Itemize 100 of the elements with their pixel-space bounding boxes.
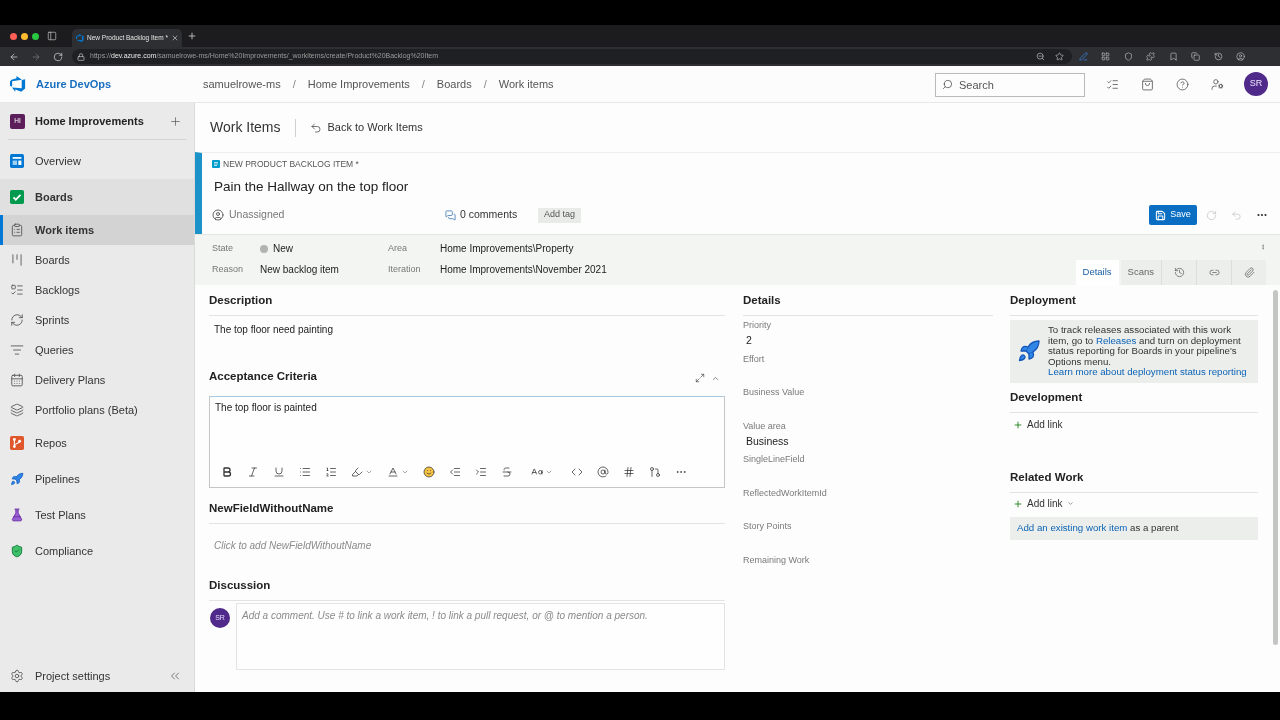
- user-avatar[interactable]: SR: [1244, 72, 1268, 96]
- field-value[interactable]: Business: [743, 432, 789, 449]
- sidebar-toggle-icon[interactable]: [47, 31, 57, 41]
- comment-field[interactable]: Add a comment. Use # to link a work item, ! to link a pull request, or @ to mention a person.: [236, 603, 725, 670]
- sidebar-item[interactable]: Backlogs: [0, 275, 194, 305]
- code-icon[interactable]: [571, 466, 583, 478]
- window-minimize-icon[interactable]: [21, 32, 28, 40]
- hash-icon[interactable]: [623, 466, 635, 478]
- puzzle-icon[interactable]: [1146, 52, 1156, 61]
- expand-icon[interactable]: [695, 373, 705, 383]
- user-settings-icon[interactable]: [1211, 77, 1224, 91]
- link[interactable]: Learn more about deployment status reporting: [1048, 366, 1247, 377]
- bold-icon[interactable]: [221, 466, 233, 478]
- link[interactable]: Releases: [1095, 334, 1137, 346]
- back-link[interactable]: Back to Work Items: [309, 119, 423, 136]
- rocket-icon: [1017, 339, 1041, 364]
- breadcrumb-link[interactable]: Home Improvements: [307, 75, 410, 93]
- tab[interactable]: Details: [1075, 260, 1119, 285]
- caret-icon: [1066, 500, 1074, 507]
- custom-field-input[interactable]: Click to add NewFieldWithoutName: [209, 538, 509, 553]
- breadcrumb-link[interactable]: Work items: [498, 75, 554, 93]
- work-item-title[interactable]: Pain the Hallway on the top floor: [214, 176, 409, 198]
- profile-icon[interactable]: [1236, 52, 1246, 61]
- sidebar-item[interactable]: Test Plans: [0, 497, 194, 533]
- pull-request-icon[interactable]: [649, 466, 661, 478]
- reload-icon[interactable]: [53, 51, 63, 62]
- paperclip-icon: [1243, 267, 1255, 278]
- sidebar-item[interactable]: Compliance: [0, 533, 194, 569]
- field-value[interactable]: 2: [743, 332, 752, 348]
- shield-icon: [10, 544, 24, 558]
- breadcrumb-link[interactable]: Boards: [436, 75, 472, 93]
- back-arrow-icon: [309, 121, 322, 134]
- help-icon[interactable]: [1176, 77, 1189, 91]
- new-tab-icon[interactable]: [187, 31, 197, 41]
- project-name[interactable]: Home Improvements: [35, 112, 144, 130]
- link[interactable]: Add an existing work item: [1017, 521, 1128, 533]
- parent-hint-text: Add an existing work item as a parent: [1017, 522, 1179, 534]
- smiley-icon[interactable]: [423, 466, 435, 478]
- sidebar-item[interactable]: Project settings: [10, 667, 111, 685]
- shopping-bag-icon[interactable]: [1141, 77, 1154, 91]
- sidebar-item[interactable]: Overview: [0, 143, 194, 179]
- comments-link[interactable]: 0 comments: [445, 207, 538, 223]
- font-size-icon[interactable]: [531, 466, 543, 478]
- sidebar-item[interactable]: Sprints: [0, 305, 194, 335]
- plus-icon[interactable]: [169, 114, 182, 128]
- sidebar-item[interactable]: Boards: [0, 179, 194, 215]
- sidebar-item[interactable]: Portfolio plans (Beta): [0, 395, 194, 425]
- field-value[interactable]: Home Improvements\November 2021: [440, 262, 607, 277]
- app-name[interactable]: Azure DevOps: [36, 75, 112, 93]
- grid-icon[interactable]: [1101, 52, 1111, 61]
- star-icon[interactable]: [1055, 52, 1064, 61]
- font-color-icon[interactable]: [387, 466, 399, 478]
- search-field[interactable]: Search: [935, 73, 1085, 97]
- field-value[interactable]: New: [273, 241, 293, 256]
- flask-icon: [10, 508, 24, 522]
- field-label: ReflectedWorkItemId: [743, 486, 827, 499]
- at-sign-icon[interactable]: [597, 466, 609, 478]
- scrollbar[interactable]: [1273, 290, 1278, 645]
- window-maximize-icon[interactable]: [32, 32, 39, 40]
- field-value[interactable]: New backlog item: [260, 262, 339, 277]
- add-link-button[interactable]: Add link: [1010, 496, 1074, 511]
- app-logo-icon[interactable]: [10, 76, 26, 92]
- sidebar-item[interactable]: Queries: [0, 335, 194, 365]
- indent-icon[interactable]: [475, 466, 487, 478]
- sidebar-item[interactable]: Delivery Plans: [0, 365, 194, 395]
- bookmark-icon[interactable]: [1168, 52, 1178, 61]
- rich-text-editor[interactable]: The top floor is painted: [209, 396, 725, 488]
- close-icon[interactable]: [170, 34, 179, 42]
- save-button[interactable]: Save: [1149, 205, 1197, 225]
- field-label: Story Points: [743, 520, 792, 532]
- outdent-icon[interactable]: [449, 466, 461, 478]
- task-list-icon[interactable]: [1106, 77, 1119, 91]
- numbered-list-icon[interactable]: [325, 466, 337, 478]
- shield-outline-icon[interactable]: [1123, 52, 1133, 61]
- add-link-button[interactable]: Add link: [1010, 417, 1063, 432]
- strikethrough-icon[interactable]: [501, 466, 513, 478]
- calendar-icon: [10, 373, 24, 387]
- italic-icon[interactable]: [247, 466, 259, 478]
- bullet-list-icon[interactable]: [299, 466, 311, 478]
- breadcrumb-link[interactable]: samuelrowe-ms: [203, 75, 281, 93]
- breadcrumb-separator: /: [292, 76, 296, 92]
- highlighter-icon[interactable]: [351, 466, 363, 478]
- deployment-message: To track releases associated with this work item, go to Releases and turn on deployment status reporting for Boards in your pipeline's Options menu. Learn more about deployment status reporting: [1048, 325, 1248, 378]
- section-heading: Deployment: [1010, 293, 1077, 307]
- vertical-dots-icon[interactable]: [1260, 243, 1266, 251]
- sidebar-item[interactable]: Pipelines: [0, 461, 194, 497]
- history-icon[interactable]: [1213, 52, 1223, 61]
- assignee-button[interactable]: Unassigned: [212, 207, 445, 223]
- field-value[interactable]: Home Improvements\Property: [440, 241, 574, 256]
- sidebar-item[interactable]: Boards: [0, 245, 194, 275]
- tab[interactable]: Scans: [1120, 260, 1161, 285]
- add-tag-button[interactable]: Add tag: [538, 207, 582, 223]
- back-icon[interactable]: [9, 51, 19, 62]
- window-close-icon[interactable]: [10, 32, 17, 40]
- underline-icon[interactable]: [273, 466, 285, 478]
- zoom-out-icon[interactable]: [1036, 52, 1045, 61]
- sidebar-item[interactable]: Work items: [0, 215, 194, 245]
- description-text[interactable]: The top floor need painting: [214, 323, 725, 337]
- sidebar-item[interactable]: Repos: [0, 425, 194, 461]
- overlapping-squares-icon[interactable]: [1191, 52, 1201, 61]
